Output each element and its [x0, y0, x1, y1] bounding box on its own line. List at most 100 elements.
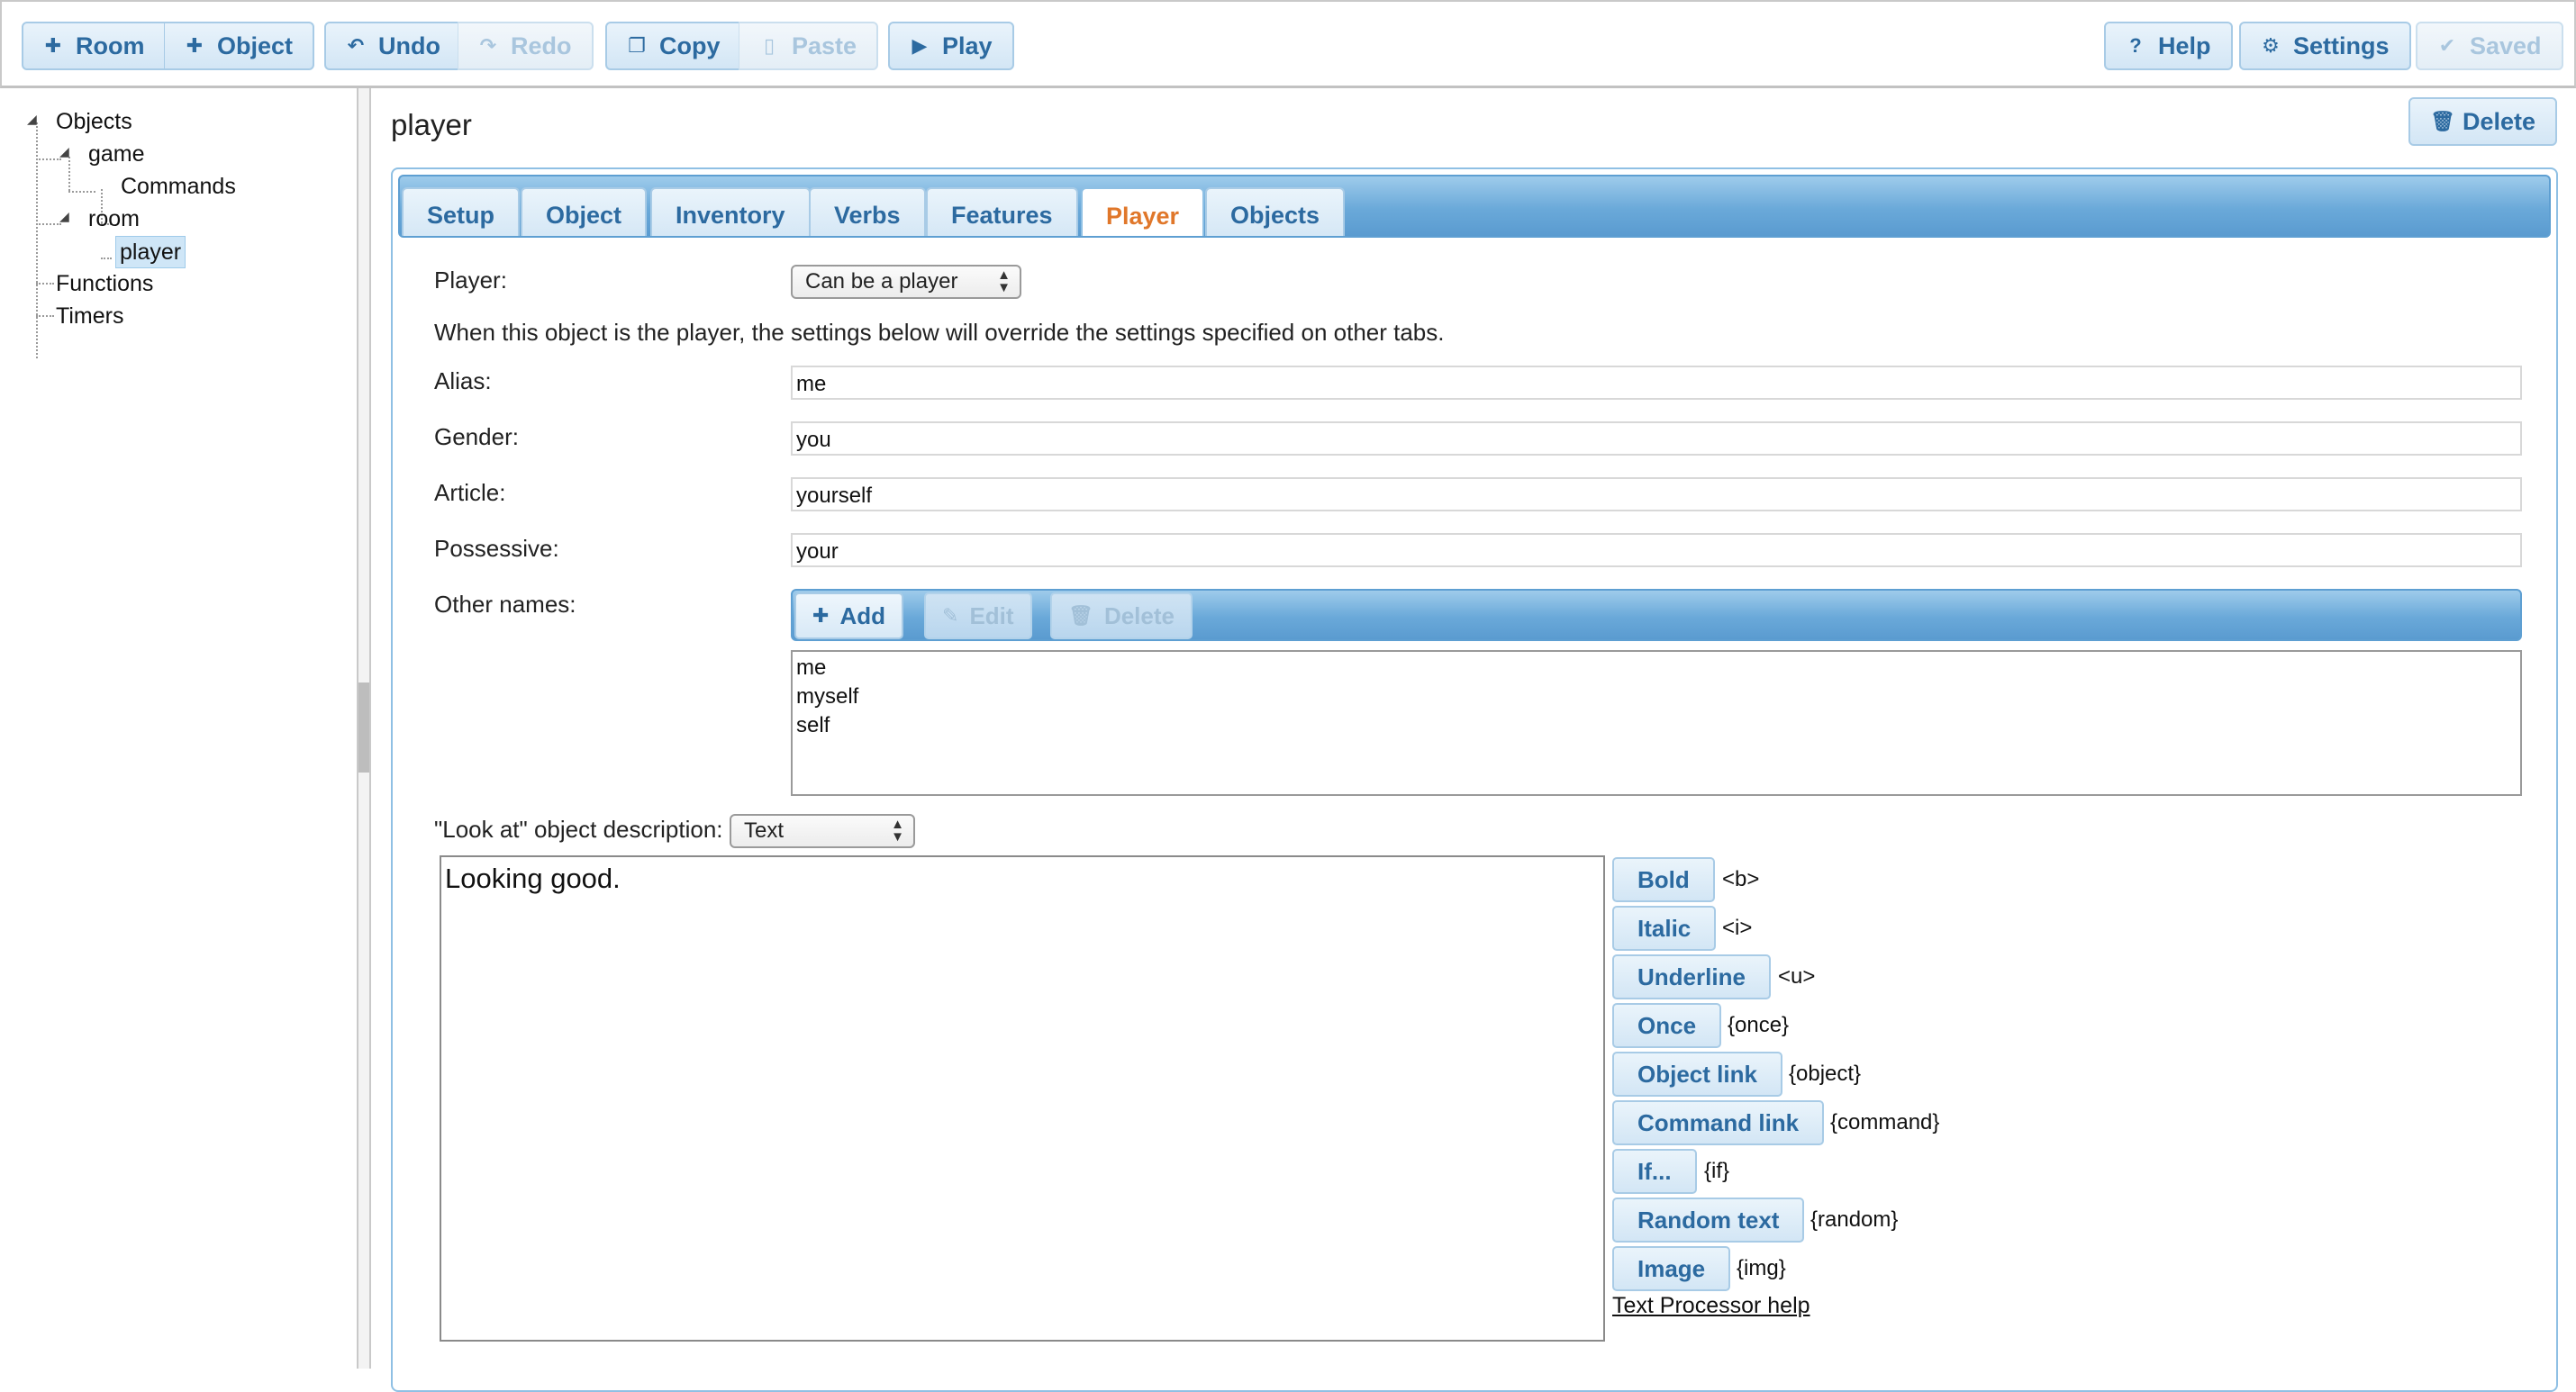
- if-button[interactable]: If...: [1612, 1149, 1697, 1194]
- bold-button[interactable]: Bold: [1612, 857, 1715, 902]
- article-field[interactable]: yourself: [791, 477, 2522, 511]
- random-text-button[interactable]: Random text: [1612, 1198, 1805, 1243]
- tab-features[interactable]: Features: [926, 187, 1078, 236]
- command-link-tag: {command}: [1830, 1110, 1940, 1134]
- possessive-label: Possessive:: [434, 535, 559, 562]
- redo-button[interactable]: ↷ Redo: [458, 22, 594, 70]
- saved-button[interactable]: ✔ Saved: [2416, 22, 2563, 70]
- random-text-tag: {random}: [1810, 1207, 1899, 1232]
- trash-icon: 🗑: [2430, 110, 2455, 132]
- tab-verbs[interactable]: Verbs: [809, 187, 926, 236]
- tree-item-functions[interactable]: Functions: [52, 268, 157, 299]
- add-object-button[interactable]: ✚ Object: [164, 22, 315, 70]
- select-arrows-icon: ▲ ▼: [997, 267, 1011, 295]
- player-select[interactable]: Can be a player ▲ ▼: [791, 265, 1021, 299]
- tree-line: [36, 223, 61, 225]
- main-panel: player 🗑 Delete Setup Object Inventory Ve…: [373, 88, 2576, 1392]
- tab-setup[interactable]: Setup: [402, 187, 521, 236]
- paste-button[interactable]: ▯ Paste: [739, 22, 879, 70]
- collapse-arrow-icon[interactable]: ◢: [59, 144, 69, 159]
- command-link-button[interactable]: Command link: [1612, 1100, 1825, 1145]
- collapse-arrow-icon[interactable]: ◢: [59, 209, 69, 224]
- list-item[interactable]: myself: [796, 682, 2517, 711]
- splitter-grip[interactable]: [358, 682, 369, 773]
- look-description-label: "Look at" object description:: [434, 816, 723, 843]
- tree-line: [68, 191, 95, 193]
- possessive-field[interactable]: your: [791, 533, 2522, 567]
- bold-tag: <b>: [1722, 867, 1760, 891]
- once-tag: {once}: [1728, 1013, 1790, 1037]
- tree-line: [68, 157, 70, 191]
- object-link-tag: {object}: [1789, 1062, 1862, 1086]
- settings-button[interactable]: ⚙ Settings: [2239, 22, 2411, 70]
- paste-icon: ▯: [763, 34, 776, 57]
- player-note: When this object is the player, the sett…: [434, 319, 1445, 346]
- other-names-list[interactable]: me myself self: [791, 650, 2522, 796]
- undo-button[interactable]: ↶ Undo: [324, 22, 462, 70]
- tree-line: [36, 315, 54, 317]
- text-processor-help-link[interactable]: Text Processor help: [1612, 1293, 1810, 1319]
- copy-icon: ❐: [628, 34, 646, 57]
- once-button[interactable]: Once: [1612, 1003, 1722, 1048]
- gender-label: Gender:: [434, 423, 519, 450]
- select-arrows-icon: ▲ ▼: [891, 817, 904, 845]
- tree-item-objects[interactable]: Objects: [52, 106, 136, 137]
- tree-line: [36, 158, 61, 160]
- tab-player[interactable]: Player: [1081, 187, 1205, 236]
- toolbar: ✚ Room ✚ Object ↶ Undo ↷ Redo ❐ Copy ▯ Paste ▶…: [0, 0, 2576, 88]
- other-names-toolbar: ✚ Add ✎ Edit 🗑 Delete: [791, 589, 2522, 641]
- page-title: player: [391, 108, 472, 141]
- list-item[interactable]: self: [796, 711, 2517, 740]
- look-description-select[interactable]: Text ▲ ▼: [730, 814, 915, 848]
- underline-tag: <u>: [1778, 964, 1816, 989]
- object-link-button[interactable]: Object link: [1612, 1052, 1782, 1097]
- italic-button[interactable]: Italic: [1612, 906, 1717, 951]
- image-tag: {img}: [1737, 1256, 1786, 1280]
- add-name-button[interactable]: ✚ Add: [794, 592, 903, 639]
- pencil-icon: ✎: [942, 604, 959, 627]
- gender-field[interactable]: you: [791, 421, 2522, 456]
- tree-item-timers[interactable]: Timers: [52, 301, 127, 331]
- tree-item-player[interactable]: player: [115, 236, 186, 268]
- underline-button[interactable]: Underline: [1612, 954, 1771, 999]
- other-names-label: Other names:: [434, 591, 576, 618]
- tab-object[interactable]: Object: [521, 187, 648, 236]
- plus-icon: ✚: [812, 604, 830, 627]
- play-button[interactable]: ▶ Play: [888, 22, 1014, 70]
- tree-item-game[interactable]: game: [85, 139, 149, 169]
- tree-line: [36, 283, 54, 285]
- alias-label: Alias:: [434, 367, 492, 394]
- gear-icon: ⚙: [2262, 34, 2280, 57]
- undo-icon: ↶: [347, 34, 365, 57]
- description-editor[interactable]: Looking good.: [440, 855, 1605, 1342]
- object-tree: ◢ ◢ ◢ Objects game Commands room player …: [0, 88, 358, 1369]
- delete-object-button[interactable]: 🗑 Delete: [2408, 97, 2558, 146]
- tab-objects[interactable]: Objects: [1205, 187, 1346, 236]
- collapse-arrow-icon[interactable]: ◢: [27, 112, 37, 127]
- tab-bar: Setup Object Inventory Verbs Features Pl…: [398, 175, 2551, 238]
- plus-icon: ✚: [44, 34, 62, 57]
- trash-icon: 🗑: [1068, 604, 1093, 627]
- tree-item-commands[interactable]: Commands: [117, 171, 240, 202]
- italic-tag: <i>: [1722, 916, 1753, 940]
- article-label: Article:: [434, 479, 506, 506]
- add-room-button[interactable]: ✚ Room: [22, 22, 167, 70]
- alias-field[interactable]: me: [791, 366, 2522, 400]
- splitter[interactable]: [358, 88, 371, 1369]
- tree-line: [101, 258, 112, 259]
- plus-icon: ✚: [186, 34, 204, 57]
- redo-icon: ↷: [479, 34, 497, 57]
- delete-name-button[interactable]: 🗑 Delete: [1050, 592, 1193, 639]
- play-icon: ▶: [912, 34, 928, 57]
- help-button[interactable]: ? Help: [2104, 22, 2233, 70]
- player-label: Player:: [434, 267, 507, 294]
- tab-inventory[interactable]: Inventory: [650, 187, 811, 236]
- help-icon: ?: [2129, 34, 2142, 57]
- tree-item-room[interactable]: room: [85, 203, 143, 234]
- edit-name-button[interactable]: ✎ Edit: [924, 592, 1032, 639]
- image-button[interactable]: Image: [1612, 1246, 1731, 1291]
- check-icon: ✔: [2438, 34, 2456, 57]
- list-item[interactable]: me: [796, 654, 2517, 682]
- copy-button[interactable]: ❐ Copy: [605, 22, 742, 70]
- if-tag: {if}: [1704, 1159, 1730, 1183]
